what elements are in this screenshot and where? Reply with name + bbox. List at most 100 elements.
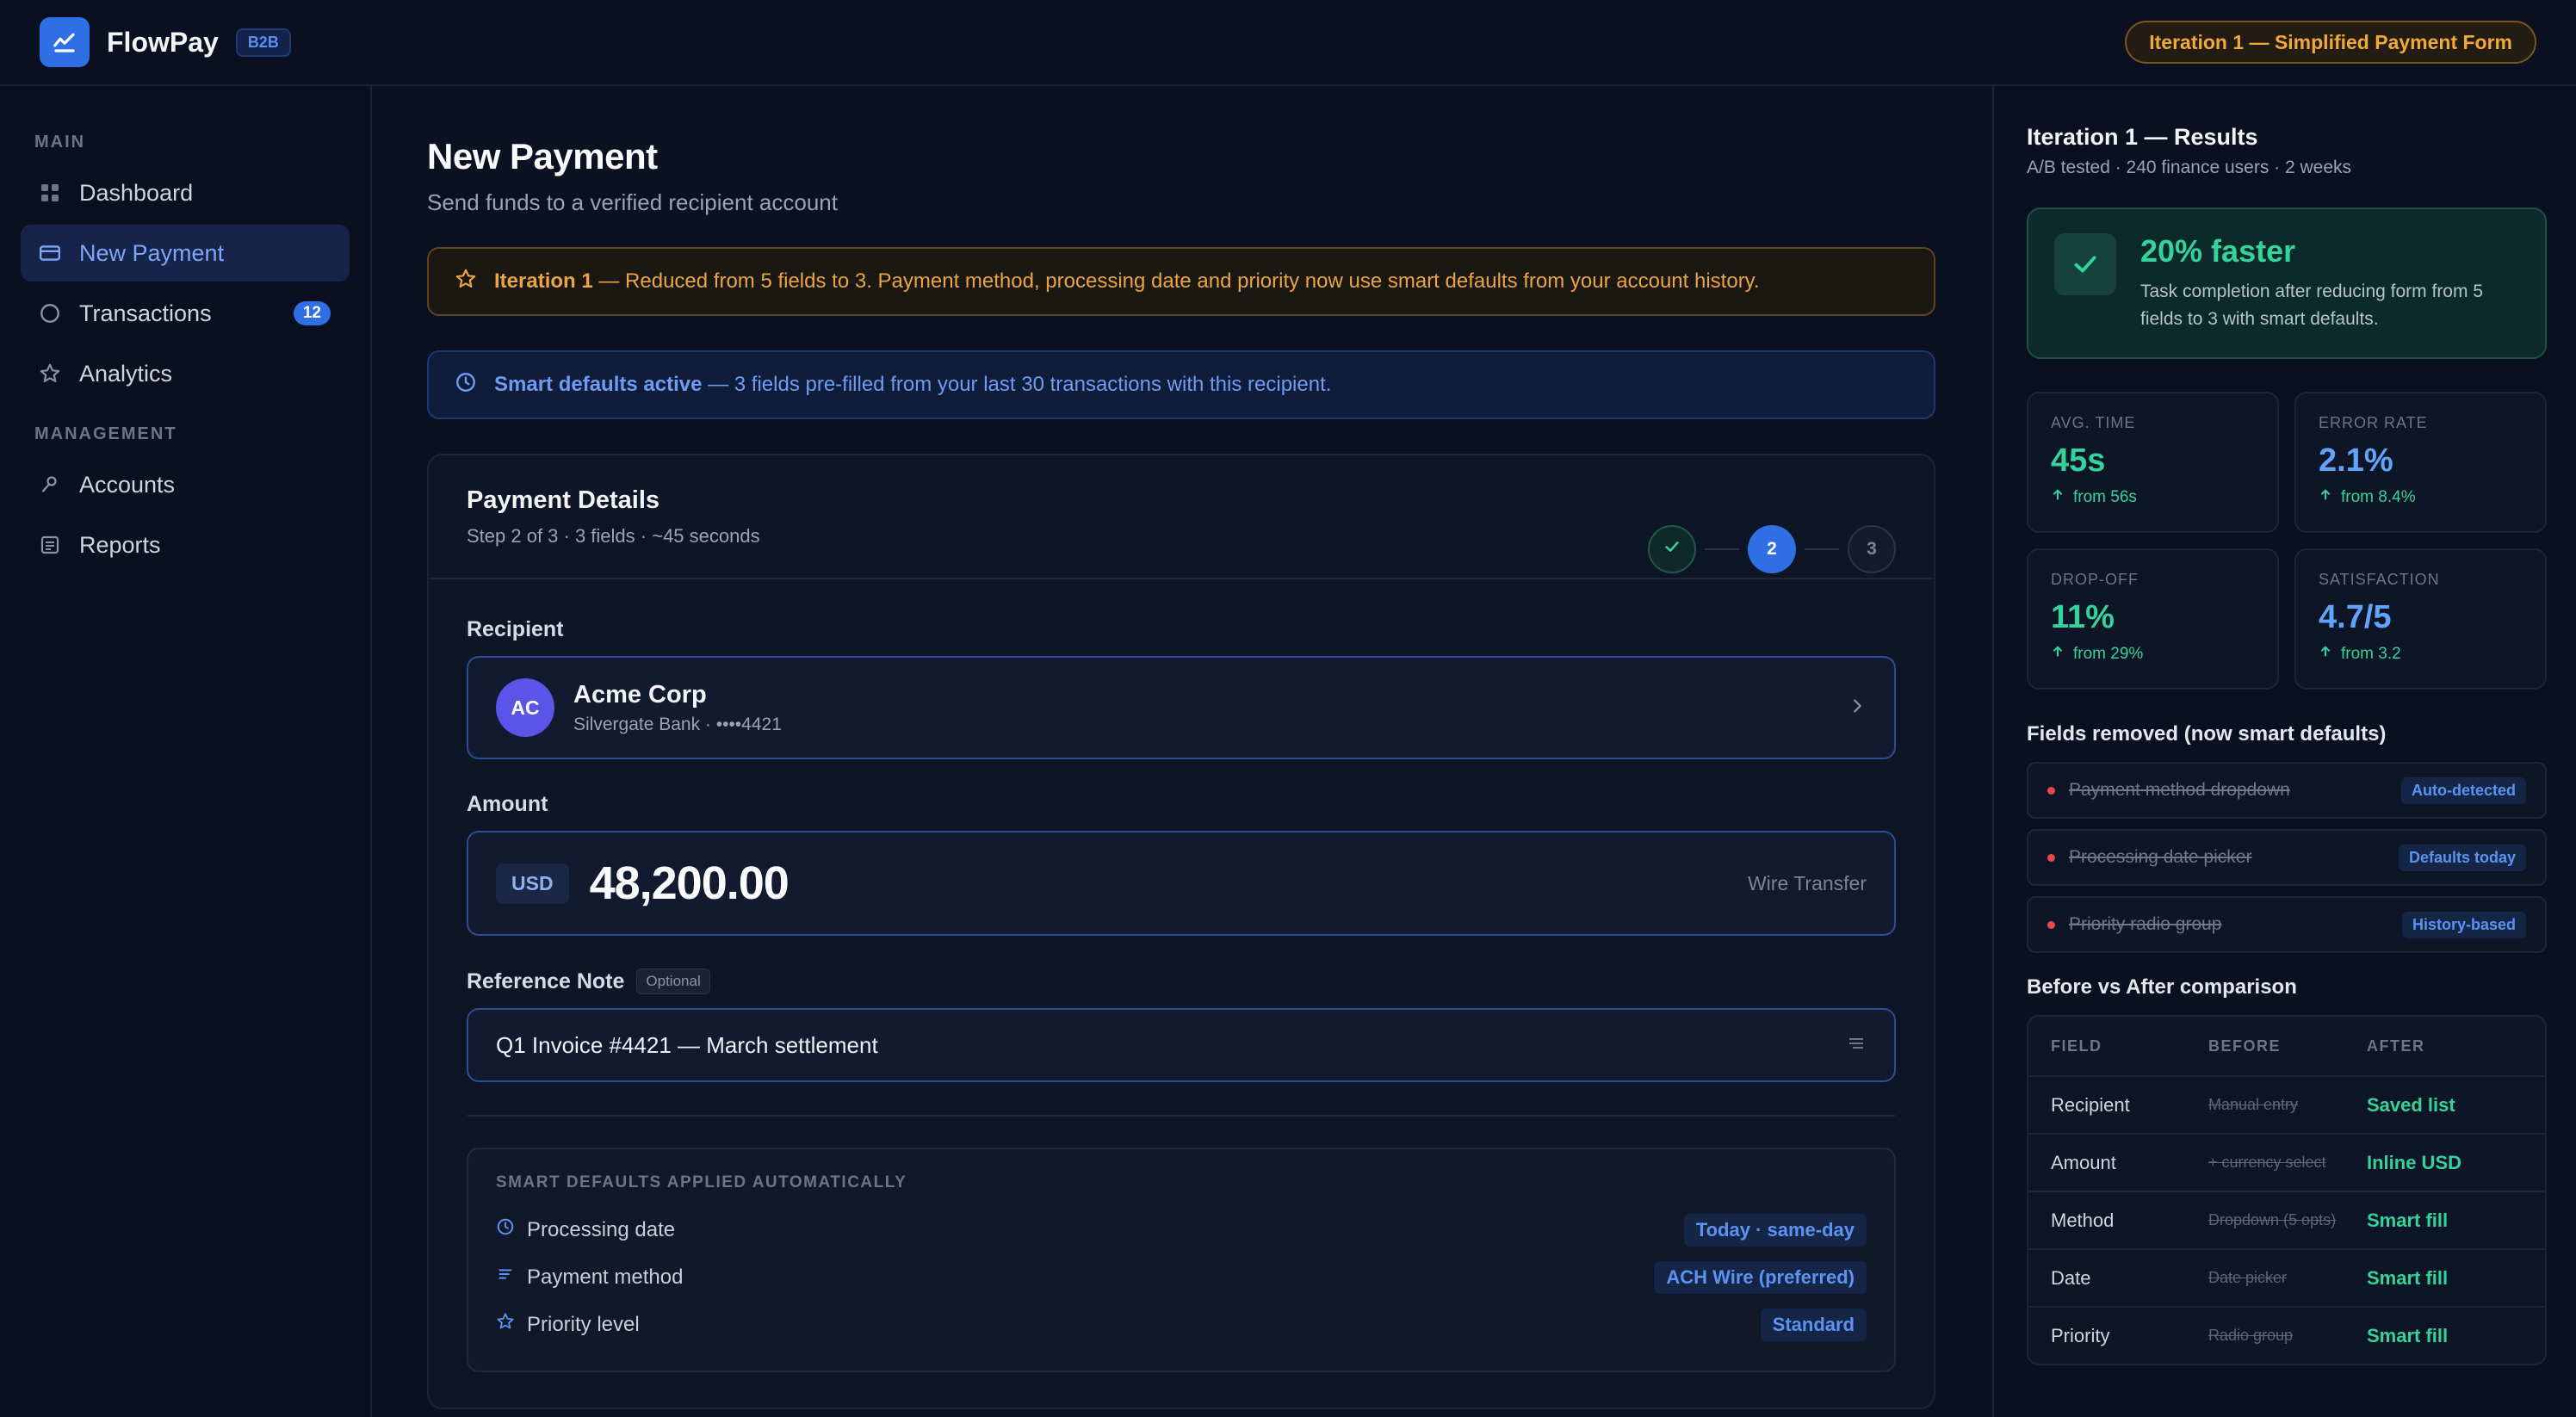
grid-icon	[38, 181, 62, 205]
amount-value[interactable]: 48,200.00	[590, 857, 1727, 910]
report-icon	[38, 533, 62, 557]
red-dot-icon	[2047, 853, 2055, 862]
metric-card-avg-time: AVG. TIME 45s from 56s	[2027, 392, 2279, 533]
default-row-payment-method: Payment method ACH Wire (preferred)	[496, 1253, 1867, 1301]
recipient-name: Acme Corp	[573, 680, 707, 708]
transactions-count-badge: 12	[293, 301, 331, 325]
smart-defaults-panel: SMART DEFAULTS APPLIED AUTOMATICALLY Pro…	[467, 1148, 1896, 1372]
text-lines-icon	[1846, 1033, 1867, 1058]
payment-details-card: Payment Details Step 2 of 3 · 3 fields ·…	[427, 454, 1935, 1409]
lines-icon	[496, 1265, 515, 1290]
brand-badge: B2B	[235, 28, 291, 57]
red-dot-icon	[2047, 786, 2055, 795]
sidebar-item-label: New Payment	[79, 239, 225, 266]
reference-note-input[interactable]: Q1 Invoice #4421 — March settlement	[467, 1008, 1896, 1082]
card-icon	[38, 241, 62, 265]
sidebar-item-label: Accounts	[79, 471, 176, 498]
card-header: Payment Details Step 2 of 3 · 3 fields ·…	[429, 455, 1934, 579]
metric-card-satisfaction: SATISFACTION 4.7/5 from 3.2	[2294, 548, 2547, 690]
default-value-tag[interactable]: ACH Wire (preferred)	[1654, 1260, 1867, 1294]
recipient-selector[interactable]: AC Acme Corp Silvergate Bank · ••••4421	[467, 656, 1896, 759]
arrow-up-icon	[2051, 488, 2065, 507]
optional-tag: Optional	[636, 968, 710, 994]
list-item: Priority radio group History-based	[2027, 896, 2547, 953]
sidebar-section-management: MANAGEMENT	[34, 424, 177, 443]
step-2-current[interactable]: 2	[1748, 525, 1796, 573]
arrow-up-icon	[2051, 645, 2065, 664]
recipient-bank: Silvergate Bank · ••••4421	[573, 714, 782, 734]
stepper: 2 3	[1648, 521, 1896, 578]
amount-method: Wire Transfer	[1747, 871, 1867, 894]
results-title: Iteration 1 — Results	[2027, 124, 2258, 150]
brand[interactable]: FlowPay B2B	[40, 17, 291, 67]
smart-defaults-banner: Smart defaults active — 3 fields pre-fil…	[427, 350, 1935, 419]
sidebar: MAIN Dashboard New Payment Transactions …	[0, 86, 372, 1417]
default-value-tag[interactable]: Today · same-day	[1683, 1213, 1867, 1247]
brand-logo-icon	[40, 17, 90, 67]
results-subtitle: A/B tested · 240 finance users · 2 weeks	[2027, 158, 2352, 177]
hero-headline: 20% faster	[2140, 233, 2296, 269]
currency-tag[interactable]: USD	[496, 863, 569, 904]
sidebar-item-new-payment[interactable]: New Payment	[21, 225, 350, 282]
step-connector	[1805, 548, 1839, 550]
removed-fields-list: Payment method dropdown Auto-detected Pr…	[2027, 762, 2547, 953]
table-row: Priority Radio group Smart fill	[2028, 1306, 2545, 1364]
table-row: Recipient Manual entry Saved list	[2028, 1075, 2545, 1133]
default-row-priority: Priority level Standard	[496, 1301, 1867, 1348]
sidebar-section-main: MAIN	[34, 133, 86, 152]
removed-fields-title: Fields removed (now smart defaults)	[2027, 722, 2387, 746]
results-hero-card: 20% faster Task completion after reducin…	[2027, 207, 2547, 359]
page-subtitle: Send funds to a verified recipient accou…	[427, 189, 838, 215]
iteration-banner-text: Iteration 1 — Reduced from 5 fields to 3…	[494, 269, 1760, 293]
metric-card-drop-off: DROP-OFF 11% from 29%	[2027, 548, 2279, 690]
table-row: Date Date picker Smart fill	[2028, 1248, 2545, 1306]
red-dot-icon	[2047, 920, 2055, 929]
table-header-row: FIELD BEFORE AFTER	[2051, 1036, 2425, 1055]
metrics-grid: AVG. TIME 45s from 56s ERROR RATE 2.1% f…	[2027, 392, 2547, 690]
reference-note-value[interactable]: Q1 Invoice #4421 — March settlement	[496, 1032, 1846, 1059]
sidebar-item-label: Dashboard	[79, 179, 194, 206]
star-icon	[38, 362, 62, 386]
iteration-pill[interactable]: Iteration 1 — Simplified Payment Form	[2125, 21, 2536, 64]
arrow-up-icon	[2319, 645, 2332, 664]
sidebar-item-accounts[interactable]: Accounts	[21, 456, 350, 513]
step-1-complete[interactable]	[1648, 525, 1696, 573]
results-panel: Iteration 1 — Results A/B tested · 240 f…	[1992, 86, 2576, 1417]
reference-note-label: Reference Note Optional	[467, 968, 1896, 994]
circle-icon	[38, 301, 62, 325]
app-root: FlowPay B2B Iteration 1 — Simplified Pay…	[0, 0, 2576, 1417]
sidebar-item-label: Analytics	[79, 360, 173, 387]
sidebar-item-analytics[interactable]: Analytics	[21, 345, 350, 402]
avatar: AC	[496, 678, 554, 737]
divider	[467, 1115, 1896, 1117]
default-value-tag[interactable]: Standard	[1760, 1308, 1867, 1341]
metric-card-error-rate: ERROR RATE 2.1% from 8.4%	[2294, 392, 2547, 533]
iteration-banner: Iteration 1 — Reduced from 5 fields to 3…	[427, 247, 1935, 316]
check-icon	[2054, 233, 2116, 295]
clock-icon	[496, 1217, 515, 1242]
recipient-label: Recipient	[467, 617, 564, 641]
comparison-table: FIELD BEFORE AFTER Recipient Manual entr…	[2027, 1015, 2547, 1365]
clock-icon	[455, 371, 477, 399]
check-icon	[1663, 537, 1681, 561]
step-connector	[1705, 548, 1739, 550]
sidebar-item-transactions[interactable]: Transactions 12	[21, 285, 350, 342]
chevron-right-icon[interactable]	[1848, 696, 1867, 720]
card-subtitle: Step 2 of 3 · 3 fields · ~45 seconds	[467, 525, 760, 547]
amount-label: Amount	[467, 792, 548, 816]
star-icon	[496, 1312, 515, 1337]
table-row: Method Dropdown (5 opts) Smart fill	[2028, 1191, 2545, 1248]
sidebar-item-reports[interactable]: Reports	[21, 517, 350, 573]
comparison-title: Before vs After comparison	[2027, 975, 2297, 999]
smart-defaults-title: SMART DEFAULTS APPLIED AUTOMATICALLY	[496, 1173, 907, 1191]
sidebar-item-dashboard[interactable]: Dashboard	[21, 164, 350, 221]
key-icon	[38, 473, 62, 497]
brand-name: FlowPay	[107, 26, 219, 58]
step-3-pending[interactable]: 3	[1848, 525, 1896, 573]
default-row-processing-date: Processing date Today · same-day	[496, 1206, 1867, 1253]
amount-field[interactable]: USD 48,200.00 Wire Transfer	[467, 831, 1896, 936]
top-bar: FlowPay B2B Iteration 1 — Simplified Pay…	[0, 0, 2576, 86]
page-title: New Payment	[427, 136, 658, 176]
arrow-up-icon	[2319, 488, 2332, 507]
list-item: Payment method dropdown Auto-detected	[2027, 762, 2547, 819]
